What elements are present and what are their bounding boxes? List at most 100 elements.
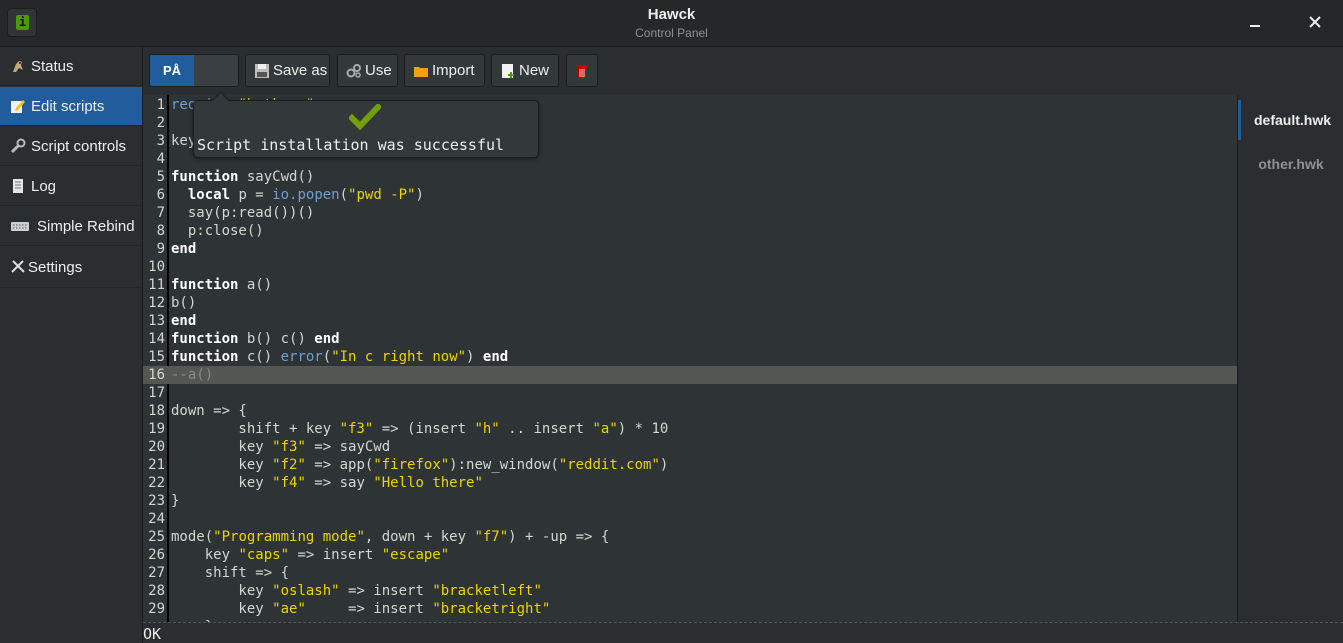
edit-icon bbox=[10, 98, 26, 114]
code-text: --a() bbox=[171, 367, 214, 383]
code-line[interactable]: 23} bbox=[143, 492, 1237, 510]
checkmark-icon bbox=[349, 104, 381, 130]
line-number: 14 bbox=[148, 331, 165, 347]
code-line[interactable]: 15 function c() error("In c right now") e… bbox=[143, 348, 1237, 366]
code-line[interactable]: 22 key "f4" => say "Hello there" bbox=[143, 474, 1237, 492]
status-bar: OK bbox=[143, 622, 1343, 643]
minimize-button[interactable] bbox=[1245, 12, 1265, 32]
status-text: OK bbox=[143, 625, 162, 643]
code-line[interactable]: 18 down => { bbox=[143, 402, 1237, 420]
code-editor[interactable]: 1require "hotkeys"23key"f1" => say "hi"4… bbox=[143, 95, 1237, 622]
code-text: shift + key "f3" => (insert "h" .. inser… bbox=[171, 421, 669, 437]
line-number: 2 bbox=[156, 115, 165, 131]
line-number: 9 bbox=[156, 241, 165, 257]
trash-icon bbox=[574, 63, 590, 79]
new-button[interactable]: New bbox=[491, 54, 559, 87]
code-line[interactable]: 16 --a() bbox=[143, 366, 1237, 384]
sidebar-item-status[interactable]: Status bbox=[0, 47, 142, 86]
enable-toggle[interactable]: PÅ bbox=[149, 54, 239, 87]
code-line[interactable]: 26 key "caps" => insert "escape" bbox=[143, 546, 1237, 564]
code-text: } bbox=[171, 493, 180, 509]
code-text: key "f2" => app("firefox"):new_window("r… bbox=[171, 457, 669, 473]
new-file-icon bbox=[500, 63, 516, 79]
sidebar-item-log[interactable]: Log bbox=[0, 167, 142, 206]
sidebar-item-label: Log bbox=[31, 178, 57, 195]
scroll-icon bbox=[10, 178, 26, 194]
line-number: 13 bbox=[148, 313, 165, 329]
save-as-button[interactable]: Save as bbox=[245, 54, 330, 87]
code-line[interactable]: 27 shift => { bbox=[143, 564, 1237, 582]
gears-icon bbox=[346, 63, 362, 79]
code-text: end bbox=[171, 241, 197, 257]
import-label: Import bbox=[432, 62, 475, 79]
line-number: 12 bbox=[148, 295, 165, 311]
use-button[interactable]: Use bbox=[337, 54, 398, 87]
code-text: function c() error("In c right now") end bbox=[171, 349, 509, 365]
line-number: 24 bbox=[148, 511, 165, 527]
code-line[interactable]: 19 shift + key "f3" => (insert "h" .. in… bbox=[143, 420, 1237, 438]
code-line[interactable]: 12 b() bbox=[143, 294, 1237, 312]
code-line[interactable]: 11 function a() bbox=[143, 276, 1237, 294]
sidebar-item-label: Status bbox=[31, 58, 74, 75]
sidebar-item-label: Edit scripts bbox=[31, 98, 105, 115]
toggle-on-label: PÅ bbox=[150, 55, 194, 86]
sidebar-item-script-controls[interactable]: Script controls bbox=[0, 127, 142, 166]
header-bar: i Hawck Control Panel bbox=[0, 0, 1343, 47]
folder-icon bbox=[413, 63, 429, 79]
line-number: 23 bbox=[148, 493, 165, 509]
code-line[interactable]: 5 function sayCwd() bbox=[143, 168, 1237, 186]
line-number: 6 bbox=[156, 187, 165, 203]
code-text: end bbox=[171, 313, 197, 329]
sidebar-item-settings[interactable]: Settings bbox=[0, 247, 142, 288]
keyboard-icon bbox=[10, 218, 30, 234]
sidebar-item-label: Simple Rebind bbox=[37, 218, 135, 235]
code-line[interactable]: 9 end bbox=[143, 240, 1237, 258]
new-label: New bbox=[519, 62, 550, 79]
eagle-icon bbox=[10, 58, 26, 74]
line-number: 28 bbox=[148, 583, 165, 599]
code-text: down => { bbox=[171, 403, 247, 419]
line-number: 17 bbox=[148, 385, 165, 401]
line-number: 15 bbox=[148, 349, 165, 365]
delete-button[interactable] bbox=[566, 54, 598, 87]
toolbar: PÅ Save as Use Import New bbox=[143, 47, 1343, 96]
line-number: 3 bbox=[156, 133, 165, 149]
code-line[interactable]: 28 key "oslash" => insert "bracketleft" bbox=[143, 582, 1237, 600]
code-line[interactable]: 10 bbox=[143, 258, 1237, 276]
code-line[interactable]: 29 key "ae" => insert "bracketright" bbox=[143, 600, 1237, 618]
tools-icon bbox=[10, 258, 26, 274]
line-number: 11 bbox=[148, 277, 165, 293]
import-button[interactable]: Import bbox=[404, 54, 485, 87]
code-line[interactable]: 25 mode("Programming mode", down + key "f… bbox=[143, 528, 1237, 546]
window-subtitle: Control Panel bbox=[635, 26, 708, 40]
sidebar-item-edit-scripts[interactable]: Edit scripts bbox=[0, 87, 142, 126]
line-number: 1 bbox=[156, 97, 165, 113]
code-line[interactable]: 13 end bbox=[143, 312, 1237, 330]
code-line[interactable]: 17 bbox=[143, 384, 1237, 402]
toggle-slider[interactable] bbox=[194, 55, 238, 86]
line-number: 22 bbox=[148, 475, 165, 491]
code-line[interactable]: 6 local p = io.popen("pwd -P") bbox=[143, 186, 1237, 204]
line-number: 20 bbox=[148, 439, 165, 455]
sidebar-item-simple-rebind[interactable]: Simple Rebind bbox=[0, 207, 142, 246]
code-text: b() bbox=[171, 295, 197, 311]
window-title: Hawck bbox=[647, 6, 696, 23]
code-line[interactable]: 24 bbox=[143, 510, 1237, 528]
code-line[interactable]: 14 function b() c() end bbox=[143, 330, 1237, 348]
code-line[interactable]: 7 say(p:read())() bbox=[143, 204, 1237, 222]
file-item-default[interactable]: default.hwk bbox=[1238, 100, 1343, 140]
line-number: 5 bbox=[156, 169, 165, 185]
sidebar-item-label: Settings bbox=[28, 259, 83, 276]
line-number: 10 bbox=[148, 259, 165, 275]
line-number: 19 bbox=[148, 421, 165, 437]
script-file-list: default.hwk other.hwk bbox=[1237, 95, 1343, 622]
file-item-other[interactable]: other.hwk bbox=[1238, 144, 1343, 184]
code-line[interactable]: 20 key "f3" => sayCwd bbox=[143, 438, 1237, 456]
code-line[interactable]: 8 p:close() bbox=[143, 222, 1237, 240]
code-line[interactable]: 21 key "f2" => app("firefox"):new_window… bbox=[143, 456, 1237, 474]
close-button[interactable] bbox=[1305, 12, 1325, 32]
code-text: function b() c() end bbox=[171, 331, 340, 347]
popover-message: Script installation was successful bbox=[197, 136, 505, 154]
sidebar-item-label: Script controls bbox=[31, 138, 127, 155]
save-as-label: Save as bbox=[273, 62, 328, 79]
